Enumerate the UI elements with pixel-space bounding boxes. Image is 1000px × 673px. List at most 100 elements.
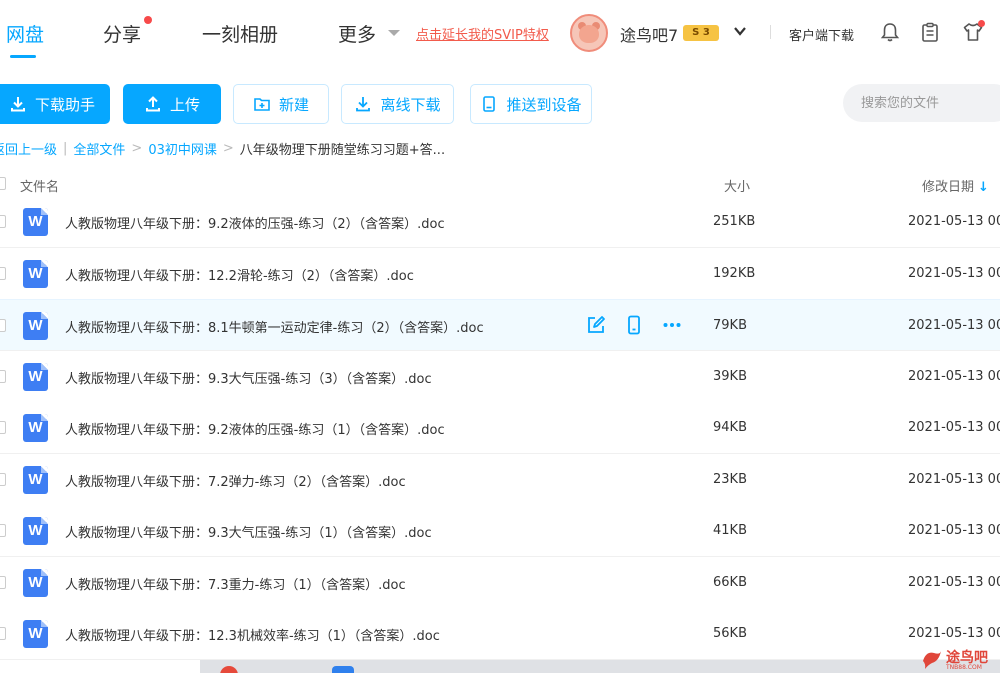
file-name[interactable]: 人教版物理八年级下册：9.3大气压强-练习（1）（含答案）.doc bbox=[65, 522, 432, 541]
download-helper-label: 下载助手 bbox=[34, 95, 95, 114]
file-name[interactable]: 人教版物理八年级下册：12.2滑轮-练习（2）（含答案）.doc bbox=[65, 265, 414, 284]
file-size: 94KB bbox=[713, 420, 747, 435]
chevron-down-icon[interactable] bbox=[733, 24, 747, 38]
breadcrumb-arrow: > bbox=[222, 141, 234, 156]
row-checkbox[interactable] bbox=[0, 421, 6, 434]
offline-download-label: 离线下载 bbox=[380, 95, 441, 114]
file-size: 56KB bbox=[713, 626, 747, 641]
column-header-name[interactable]: 文件名 bbox=[20, 176, 59, 195]
nav-tab-album[interactable]: 一刻相册 bbox=[202, 20, 278, 47]
file-name[interactable]: 人教版物理八年级下册：12.3机械效率-练习（1）（含答案）.doc bbox=[65, 625, 440, 644]
breadcrumb-all-files[interactable]: 全部文件 bbox=[73, 139, 125, 158]
file-name[interactable]: 人教版物理八年级下册：7.2弹力-练习（2）（含答案）.doc bbox=[65, 471, 406, 490]
skin-notification-dot bbox=[978, 20, 985, 27]
file-modified-date: 2021-05-13 00: bbox=[908, 318, 1000, 333]
file-name[interactable]: 人教版物理八年级下册：7.3重力-练习（1）（含答案）.doc bbox=[65, 574, 406, 593]
file-size: 251KB bbox=[713, 214, 756, 229]
column-header-date[interactable]: 修改日期 ↓ bbox=[922, 176, 989, 195]
file-modified-date: 2021-05-13 00: bbox=[908, 575, 1000, 590]
more-icon[interactable] bbox=[662, 315, 682, 335]
push-to-device-button[interactable]: 推送到设备 bbox=[470, 84, 592, 124]
watermark-subtext: TNB88.COM bbox=[946, 664, 982, 671]
table-row[interactable]: W 人教版物理八年级下册：7.3重力-练习（1）（含答案）.doc 66KB 2021… bbox=[0, 557, 1000, 609]
new-folder-button[interactable]: 新建 bbox=[233, 84, 329, 124]
table-row[interactable]: W 人教版物理八年级下册：7.2弹力-练习（2）（含答案）.doc 23KB 2021… bbox=[0, 454, 1000, 506]
file-modified-date: 2021-05-13 00: bbox=[908, 214, 1000, 229]
word-doc-icon: W bbox=[23, 414, 48, 442]
row-checkbox[interactable] bbox=[0, 267, 6, 280]
username[interactable]: 途鸟吧7 bbox=[620, 22, 678, 46]
file-modified-date: 2021-05-13 00: bbox=[908, 626, 1000, 641]
table-row[interactable]: W 人教版物理八年级下册：9.2液体的压强-练习（1）（含答案）.doc 94KB 2… bbox=[0, 402, 1000, 454]
breadcrumb-folder[interactable]: 03初中网课 bbox=[148, 139, 217, 158]
bell-icon[interactable] bbox=[879, 21, 901, 43]
row-checkbox[interactable] bbox=[0, 473, 6, 486]
word-doc-icon: W bbox=[23, 517, 48, 545]
watermark-logo: 途鸟吧 TNB88.COM bbox=[920, 645, 1000, 673]
file-modified-date: 2021-05-13 00: bbox=[908, 523, 1000, 538]
edit-icon[interactable] bbox=[586, 315, 606, 335]
clipboard-icon[interactable] bbox=[919, 21, 941, 43]
word-doc-icon: W bbox=[23, 312, 48, 340]
file-name[interactable]: 人教版物理八年级下册：8.1牛顿第一运动定律-练习（2）（含答案）.doc bbox=[65, 317, 484, 336]
file-modified-date: 2021-05-13 00: bbox=[908, 472, 1000, 487]
upload-button[interactable]: 上传 bbox=[123, 84, 221, 124]
divider bbox=[770, 25, 771, 39]
column-header-size[interactable]: 大小 bbox=[724, 176, 750, 195]
file-modified-date: 2021-05-13 00: bbox=[908, 266, 1000, 281]
word-doc-icon: W bbox=[23, 363, 48, 391]
row-checkbox[interactable] bbox=[0, 370, 6, 383]
word-doc-icon: W bbox=[23, 620, 48, 648]
table-row[interactable]: W 人教版物理八年级下册：9.3大气压强-练习（1）（含答案）.doc 41KB 20… bbox=[0, 505, 1000, 557]
phone-icon[interactable] bbox=[624, 315, 644, 335]
nav-tab-share[interactable]: 分享 bbox=[103, 20, 141, 47]
search-input[interactable] bbox=[843, 84, 1000, 122]
table-row[interactable]: W 人教版物理八年级下册：9.2液体的压强-练习（2）（含答案）.doc 251KB… bbox=[0, 196, 1000, 248]
file-name[interactable]: 人教版物理八年级下册：9.2液体的压强-练习（1）（含答案）.doc bbox=[65, 419, 445, 438]
more-dropdown-icon[interactable] bbox=[388, 30, 400, 36]
active-tab-indicator bbox=[10, 55, 36, 58]
row-checkbox[interactable] bbox=[0, 576, 6, 589]
avatar-face bbox=[579, 25, 599, 43]
row-checkbox[interactable] bbox=[0, 627, 6, 640]
file-name[interactable]: 人教版物理八年级下册：9.2液体的压强-练习（2）（含答案）.doc bbox=[65, 213, 445, 232]
arrow-down-icon[interactable]: ↓ bbox=[978, 180, 989, 195]
word-doc-icon: W bbox=[23, 569, 48, 597]
breadcrumb-back[interactable]: 返回上一级 bbox=[0, 139, 57, 158]
breadcrumb: 返回上一级 | 全部文件 > 03初中网课 > 八年级物理下册随堂练习习题+答.… bbox=[0, 139, 445, 158]
file-size: 39KB bbox=[713, 369, 747, 384]
svip-renew-link[interactable]: 点击延长我的SVIP特权 bbox=[416, 24, 549, 43]
download-helper-button[interactable]: 下载助手 bbox=[0, 84, 110, 124]
search-box bbox=[843, 84, 1000, 122]
avatar[interactable] bbox=[570, 14, 608, 52]
file-table-header: 文件名 大小 修改日期 ↓ bbox=[0, 170, 1000, 198]
bird-logo-icon bbox=[923, 651, 941, 669]
table-row[interactable]: W 人教版物理八年级下册：12.3机械效率-练习（1）（含答案）.doc 56KB 2… bbox=[0, 608, 1000, 660]
breadcrumb-arrow: > bbox=[131, 141, 143, 156]
row-checkbox[interactable] bbox=[0, 524, 6, 537]
word-doc-icon: W bbox=[23, 260, 48, 288]
nav-tab-more[interactable]: 更多 bbox=[338, 20, 376, 47]
vip-level-badge: S 3 bbox=[683, 25, 719, 41]
table-row[interactable]: W 人教版物理八年级下册：12.2滑轮-练习（2）（含答案）.doc 192KB 20… bbox=[0, 248, 1000, 300]
share-notification-dot bbox=[144, 16, 152, 24]
top-navigation: 网盘 分享 一刻相册 更多 点击延长我的SVIP特权 途鸟吧7 S 3 客户端下… bbox=[0, 0, 1000, 68]
taskbar-app-icon bbox=[332, 666, 354, 673]
row-checkbox[interactable] bbox=[0, 319, 6, 332]
client-download-link[interactable]: 客户端下载 bbox=[789, 25, 854, 44]
row-checkbox[interactable] bbox=[0, 215, 6, 228]
select-all-checkbox[interactable] bbox=[0, 177, 6, 190]
table-row[interactable]: W 人教版物理八年级下册：8.1牛顿第一运动定律-练习（2）（含答案）.doc 79… bbox=[0, 299, 1000, 351]
breadcrumb-divider: | bbox=[63, 141, 68, 156]
taskbar-app-icon bbox=[220, 666, 238, 673]
file-modified-date: 2021-05-13 00: bbox=[908, 420, 1000, 435]
download-icon bbox=[10, 97, 25, 112]
column-header-date-label: 修改日期 bbox=[922, 180, 975, 195]
row-hover-actions bbox=[586, 315, 682, 335]
breadcrumb-current: 八年级物理下册随堂练习习题+答... bbox=[239, 143, 446, 158]
new-label: 新建 bbox=[278, 95, 309, 114]
offline-download-button[interactable]: 离线下载 bbox=[341, 84, 454, 124]
table-row[interactable]: W 人教版物理八年级下册：9.3大气压强-练习（3）（含答案）.doc 39KB 20… bbox=[0, 351, 1000, 403]
nav-tab-netdisk[interactable]: 网盘 bbox=[6, 20, 44, 47]
file-name[interactable]: 人教版物理八年级下册：9.3大气压强-练习（3）（含答案）.doc bbox=[65, 368, 432, 387]
